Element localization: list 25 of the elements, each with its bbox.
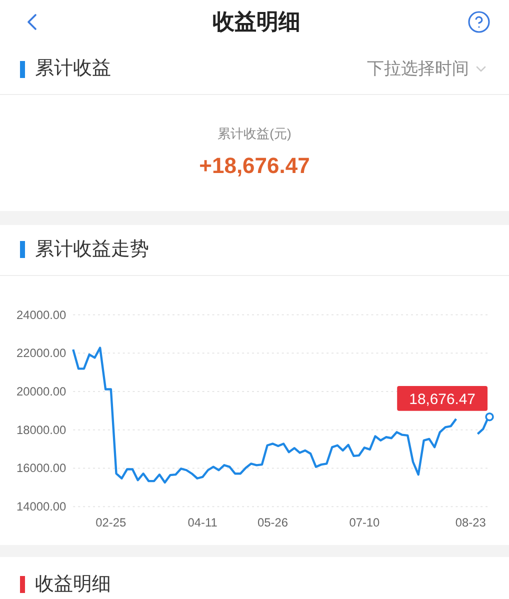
help-icon[interactable] xyxy=(467,10,491,34)
x-axis-label: 07-10 xyxy=(349,516,380,530)
y-axis-label: 20000.00 xyxy=(16,384,66,399)
section-marker xyxy=(20,576,25,594)
y-axis-label: 18000.00 xyxy=(16,423,66,438)
end-point-marker xyxy=(485,412,494,422)
time-dropdown[interactable]: 下拉选择时间 xyxy=(367,56,489,82)
summary-label: 累计收益(元) xyxy=(218,124,292,143)
total-income: +18,676.47 xyxy=(199,152,310,180)
x-axis-label: 02-25 xyxy=(96,516,126,530)
annotation: 18,676.47 xyxy=(409,392,476,408)
section-title: 累计收益 xyxy=(35,56,111,81)
value-callout: 18,676.47 xyxy=(397,386,488,412)
x-axis-label: 08-23 xyxy=(455,516,486,530)
page-title: 收益明细 xyxy=(212,8,300,36)
y-axis-label: 16000.00 xyxy=(16,461,66,476)
y-axis-label: 14000.00 xyxy=(16,500,66,514)
y-axis-label: 22000.00 xyxy=(16,346,66,360)
section-marker xyxy=(20,60,25,78)
section-title: 累计收益走势 xyxy=(35,238,149,262)
x-axis-label: 04-11 xyxy=(188,516,218,530)
y-axis-label: 24000.00 xyxy=(16,308,66,322)
section-marker xyxy=(20,241,25,258)
section-title: 收益明细 xyxy=(35,572,111,596)
x-axis-label: 05-26 xyxy=(258,516,288,530)
